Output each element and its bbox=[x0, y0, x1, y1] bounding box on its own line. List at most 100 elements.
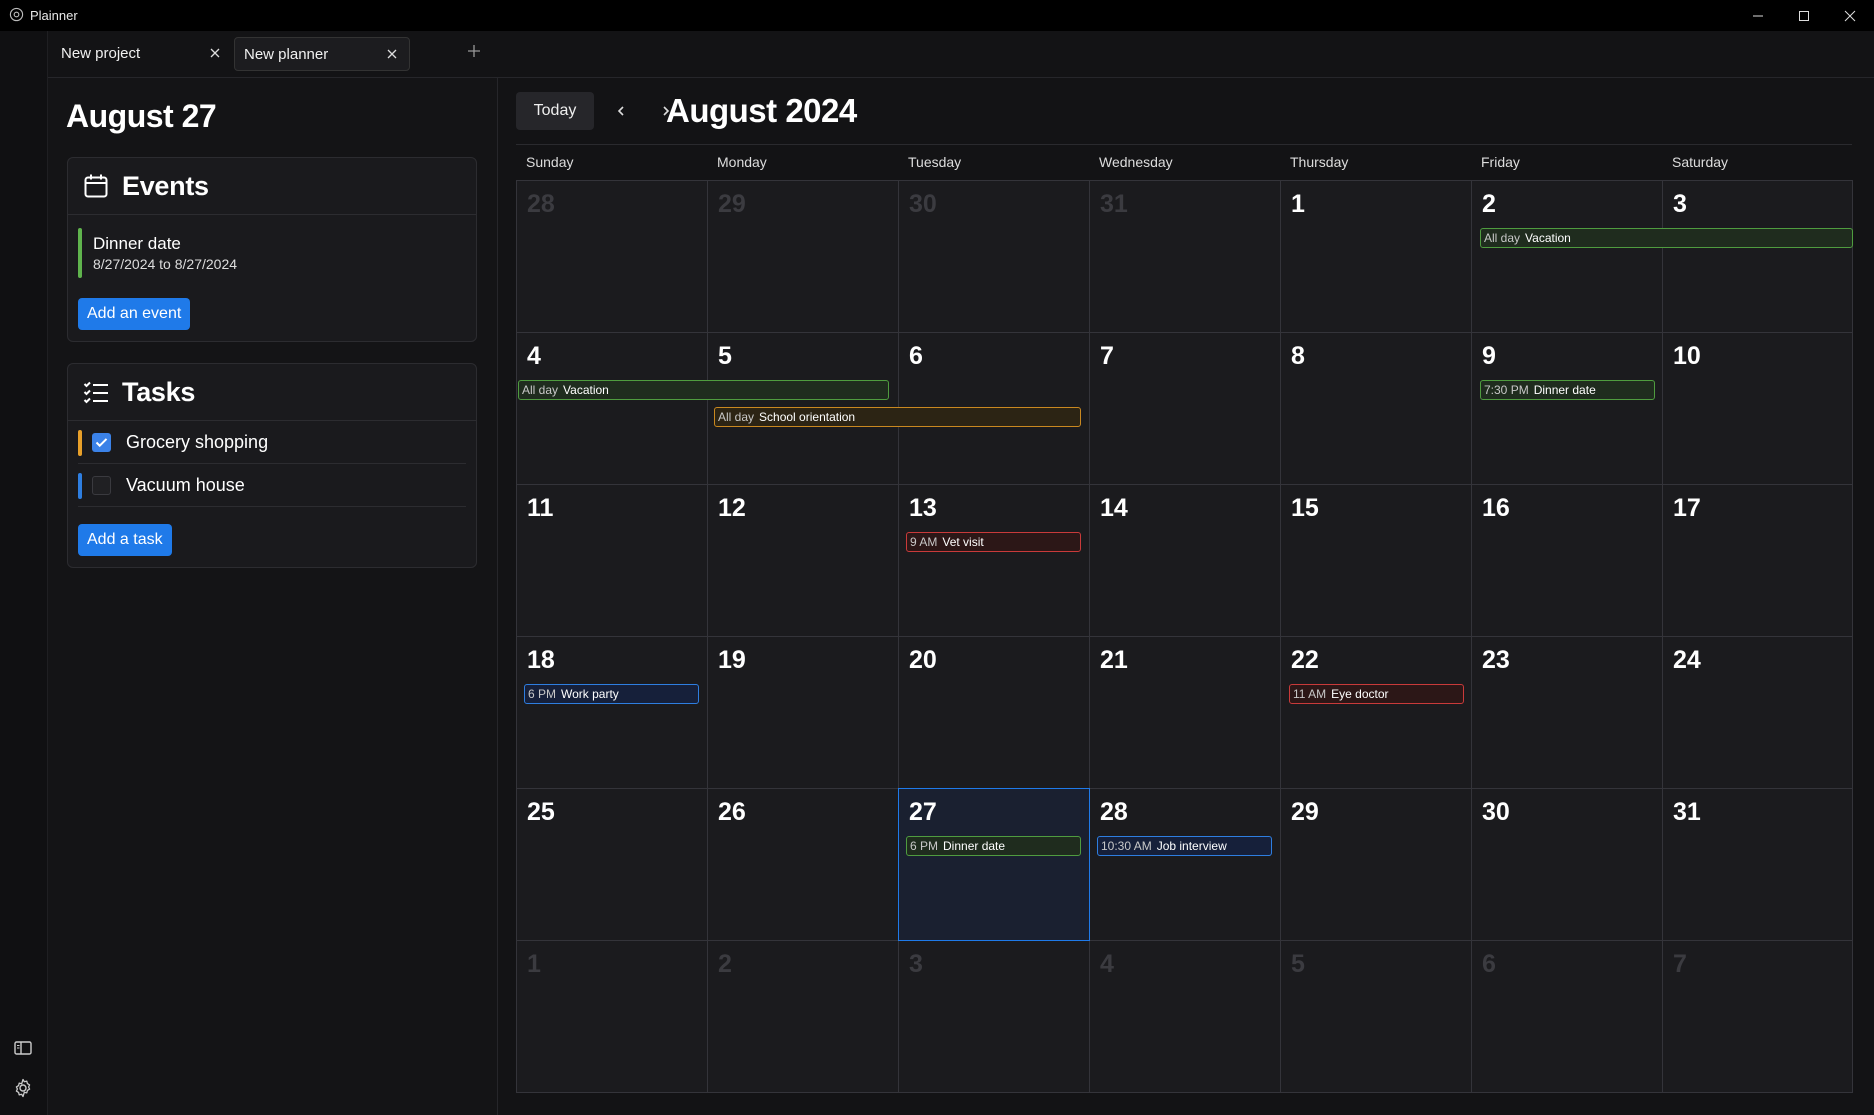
day-number: 24 bbox=[1673, 646, 1701, 674]
calendar-event[interactable]: 11 AM Eye doctor bbox=[1289, 684, 1464, 704]
day-cell[interactable]: 20 bbox=[898, 636, 1090, 789]
tab-bar: New project New planner bbox=[48, 31, 1874, 78]
day-cell[interactable]: 8 bbox=[1280, 332, 1472, 485]
day-cell[interactable]: 9 bbox=[1471, 332, 1663, 485]
sidebar-toggle-icon[interactable] bbox=[12, 1037, 34, 1059]
weekday-header: Wednesday bbox=[1099, 154, 1173, 170]
day-cell[interactable]: 2 bbox=[1471, 180, 1663, 333]
day-cell[interactable]: 21 bbox=[1089, 636, 1281, 789]
day-cell[interactable]: 31 bbox=[1089, 180, 1281, 333]
day-cell[interactable]: 7 bbox=[1662, 940, 1853, 1093]
tab-new-planner[interactable]: New planner bbox=[234, 37, 410, 71]
tasks-card: Tasks Grocery shopping Vacuum house Add … bbox=[67, 363, 477, 568]
close-button[interactable] bbox=[1827, 0, 1872, 31]
day-cell[interactable]: 24 bbox=[1662, 636, 1853, 789]
day-cell[interactable]: 31 bbox=[1662, 788, 1853, 941]
minimize-button[interactable] bbox=[1735, 0, 1780, 31]
day-number: 12 bbox=[718, 494, 746, 522]
day-cell[interactable]: 23 bbox=[1471, 636, 1663, 789]
day-cell[interactable]: 5 bbox=[1280, 940, 1472, 1093]
tasks-title: Tasks bbox=[122, 377, 196, 407]
calendar-event[interactable]: All day Vacation bbox=[1480, 228, 1853, 248]
day-cell[interactable]: 1 bbox=[516, 940, 708, 1093]
day-cell[interactable]: 6 bbox=[1471, 940, 1663, 1093]
task-checkbox[interactable] bbox=[92, 476, 111, 495]
day-cell[interactable]: 3 bbox=[898, 940, 1090, 1093]
task-color-bar bbox=[78, 430, 82, 456]
task-color-bar bbox=[78, 473, 82, 499]
day-cell[interactable]: 1 bbox=[1280, 180, 1472, 333]
day-cell[interactable]: 10 bbox=[1662, 332, 1853, 485]
calendar-event[interactable]: All day Vacation bbox=[518, 380, 889, 400]
task-item[interactable]: Vacuum house bbox=[78, 464, 466, 507]
today-button[interactable]: Today bbox=[516, 92, 594, 130]
tab-label: New project bbox=[61, 45, 141, 62]
day-number: 10 bbox=[1673, 342, 1701, 370]
day-cell[interactable]: 4 bbox=[516, 332, 708, 485]
day-number: 19 bbox=[718, 646, 746, 674]
month-grid: 28 29 30 31 1 2 3 4 5 6 7 8 9 10 11 12 1… bbox=[516, 180, 1853, 1094]
event-title: Vacation bbox=[1525, 231, 1571, 245]
event-title: School orientation bbox=[759, 410, 856, 424]
day-number: 30 bbox=[1482, 798, 1510, 826]
event-title: Dinner date bbox=[943, 839, 1006, 853]
day-cell[interactable]: 28 bbox=[516, 180, 708, 333]
maximize-icon bbox=[1798, 10, 1809, 21]
maximize-button[interactable] bbox=[1781, 0, 1826, 31]
calendar-event[interactable]: 6 PM Work party bbox=[524, 684, 699, 704]
day-cell[interactable]: 25 bbox=[516, 788, 708, 941]
day-cell[interactable]: 16 bbox=[1471, 484, 1663, 637]
event-name[interactable]: Dinner date bbox=[93, 234, 181, 254]
day-cell[interactable]: 30 bbox=[898, 180, 1090, 333]
task-label: Grocery shopping bbox=[126, 432, 269, 452]
events-title: Events bbox=[122, 171, 209, 201]
calendar-event[interactable]: 10:30 AM Job interview bbox=[1097, 836, 1272, 856]
day-number: 1 bbox=[527, 950, 541, 978]
day-cell[interactable]: 26 bbox=[707, 788, 899, 941]
task-item[interactable]: Grocery shopping bbox=[78, 421, 466, 464]
calendar-event[interactable]: All day School orientation bbox=[714, 407, 1081, 427]
tab-close-icon[interactable] bbox=[385, 47, 399, 61]
add-event-button[interactable]: Add an event bbox=[78, 298, 191, 330]
day-cell[interactable]: 17 bbox=[1662, 484, 1853, 637]
day-cell[interactable]: 29 bbox=[1280, 788, 1472, 941]
day-cell[interactable]: 7 bbox=[1089, 332, 1281, 485]
title-bar: Plainner bbox=[0, 0, 1874, 31]
add-task-button[interactable]: Add a task bbox=[78, 524, 172, 556]
minimize-icon bbox=[1752, 15, 1763, 16]
app-icon bbox=[9, 7, 24, 22]
day-cell[interactable]: 14 bbox=[1089, 484, 1281, 637]
day-cell[interactable]: 12 bbox=[707, 484, 899, 637]
day-cell[interactable]: 3 bbox=[1662, 180, 1853, 333]
event-title: Eye doctor bbox=[1331, 687, 1389, 701]
day-number: 6 bbox=[1482, 950, 1496, 978]
day-cell[interactable]: 2 bbox=[707, 940, 899, 1093]
gear-icon[interactable] bbox=[12, 1077, 34, 1099]
tab-close-icon[interactable] bbox=[208, 46, 222, 60]
day-cell[interactable]: 4 bbox=[1089, 940, 1281, 1093]
day-cell-today[interactable]: 27 bbox=[898, 788, 1090, 941]
tab-new-project[interactable]: New project bbox=[52, 37, 232, 69]
day-cell[interactable]: 19 bbox=[707, 636, 899, 789]
calendar-view: Today August 2024 Sunday Monday Tuesday … bbox=[498, 78, 1874, 1115]
day-cell[interactable]: 30 bbox=[1471, 788, 1663, 941]
day-number: 30 bbox=[909, 190, 937, 218]
day-cell[interactable]: 22 bbox=[1280, 636, 1472, 789]
day-cell[interactable]: 28 bbox=[1089, 788, 1281, 941]
day-cell[interactable]: 18 bbox=[516, 636, 708, 789]
day-number: 2 bbox=[1482, 190, 1496, 218]
weekday-header: Thursday bbox=[1290, 154, 1349, 170]
calendar-event[interactable]: 6 PM Dinner date bbox=[906, 836, 1081, 856]
selected-date: August 27 bbox=[66, 98, 217, 134]
calendar-event[interactable]: 9 AM Vet visit bbox=[906, 532, 1081, 552]
task-checkbox[interactable] bbox=[92, 433, 111, 452]
day-number: 4 bbox=[1100, 950, 1114, 978]
day-number: 26 bbox=[718, 798, 746, 826]
day-cell[interactable]: 11 bbox=[516, 484, 708, 637]
plus-icon[interactable] bbox=[466, 43, 482, 59]
chevron-left-icon[interactable] bbox=[609, 98, 633, 124]
day-cell[interactable]: 15 bbox=[1280, 484, 1472, 637]
day-cell[interactable]: 13 bbox=[898, 484, 1090, 637]
day-cell[interactable]: 29 bbox=[707, 180, 899, 333]
calendar-event[interactable]: 7:30 PM Dinner date bbox=[1480, 380, 1655, 400]
